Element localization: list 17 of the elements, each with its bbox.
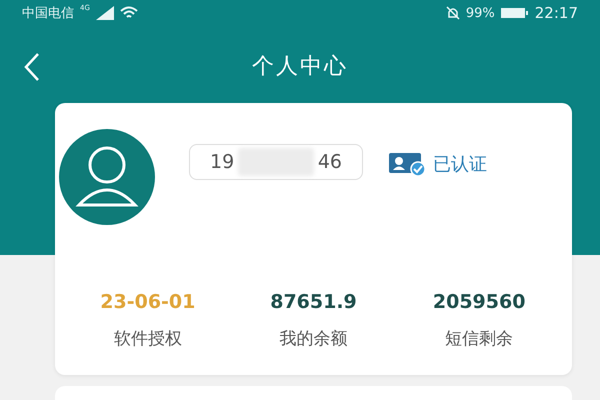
stat-label: 软件授权	[114, 328, 182, 350]
battery-percent: 99%	[466, 6, 495, 20]
page-title: 个人中心	[252, 53, 348, 81]
phone-number-field: 19 46	[189, 144, 363, 180]
carrier-name: 中国电信	[22, 5, 74, 22]
stat-label: 短信剩余	[445, 328, 514, 350]
stat-value: 87651.9	[270, 291, 357, 313]
clock-time: 22:17	[534, 4, 578, 22]
signal-icon	[96, 6, 114, 20]
avatar-icon	[59, 129, 155, 225]
stat-value: 2059560	[432, 291, 526, 313]
stat-label: 我的余额	[279, 328, 348, 350]
battery-icon	[500, 7, 529, 19]
wifi-icon	[120, 6, 138, 20]
verified-label: 已认证	[433, 153, 487, 176]
mute-bell-icon	[446, 6, 460, 20]
stat-value: 23-06-01	[100, 291, 196, 313]
